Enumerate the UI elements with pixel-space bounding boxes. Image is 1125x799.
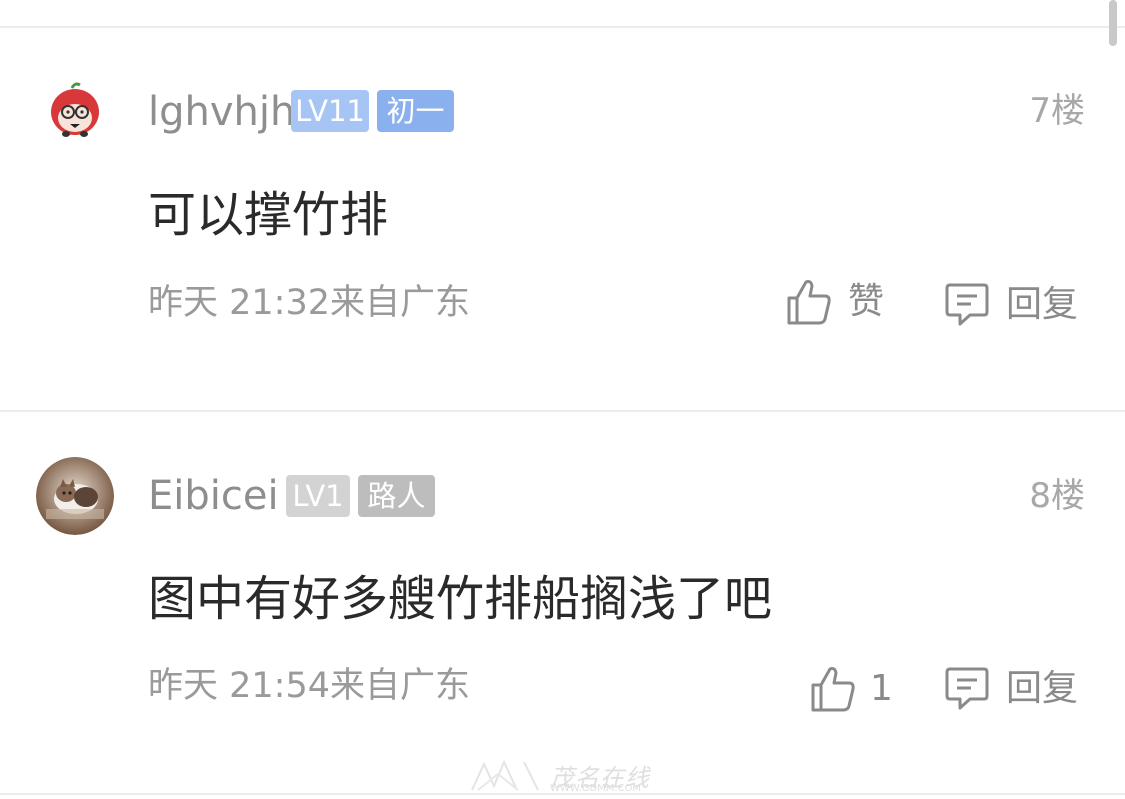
watermark: 茂名在线 WWW.GDMM.COM — [468, 756, 668, 796]
top-divider — [0, 26, 1125, 28]
avatar[interactable] — [36, 72, 114, 150]
username[interactable]: lghvhjh — [148, 88, 295, 136]
reply-label: 回复 — [1006, 668, 1079, 709]
like-label: 赞 — [848, 281, 885, 322]
reply-label: 回复 — [1006, 284, 1079, 325]
comment-bubble-icon — [945, 283, 989, 326]
comment-text: 图中有好多艘竹排船搁浅了吧 — [148, 571, 773, 627]
thumbs-up-icon — [811, 667, 855, 712]
comment-meta: 昨天 21:54来自广东 — [148, 666, 470, 706]
watermark-logo-icon — [471, 759, 539, 791]
like-button[interactable]: 赞 — [786, 278, 884, 326]
floor-number: 7楼 — [1029, 91, 1085, 131]
scrollbar[interactable] — [1109, 0, 1117, 46]
comment-divider — [0, 410, 1125, 412]
level-badge: LV1 — [286, 475, 350, 517]
cat-photo-avatar-icon — [36, 457, 114, 535]
like-count: 1 — [870, 668, 893, 709]
comment-text: 可以撑竹排 — [148, 187, 389, 243]
thumbs-up-icon — [787, 280, 831, 325]
floor-number: 8楼 — [1029, 476, 1085, 516]
avatar[interactable] — [36, 457, 114, 535]
title-badge: 初一 — [377, 90, 454, 132]
like-button[interactable]: 1 — [810, 665, 893, 713]
reply-button[interactable]: 回复 — [944, 666, 1078, 712]
comment-bubble-icon — [945, 667, 989, 710]
level-badge: LV11 — [291, 90, 369, 132]
comment-meta: 昨天 21:32来自广东 — [148, 283, 470, 323]
watermark-url: WWW.GDMM.COM — [550, 783, 642, 794]
lychee-mascot-avatar-icon — [36, 72, 114, 150]
username[interactable]: Eibicei — [148, 472, 279, 520]
reply-button[interactable]: 回复 — [944, 282, 1078, 328]
title-badge: 路人 — [358, 475, 435, 517]
